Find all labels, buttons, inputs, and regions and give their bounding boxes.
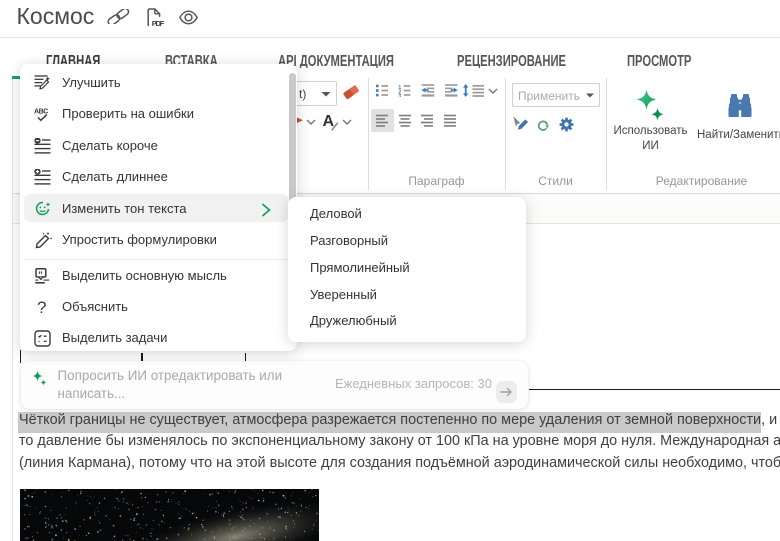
svg-text:3: 3 [398,94,401,97]
svg-text:PDF: PDF [152,19,165,27]
